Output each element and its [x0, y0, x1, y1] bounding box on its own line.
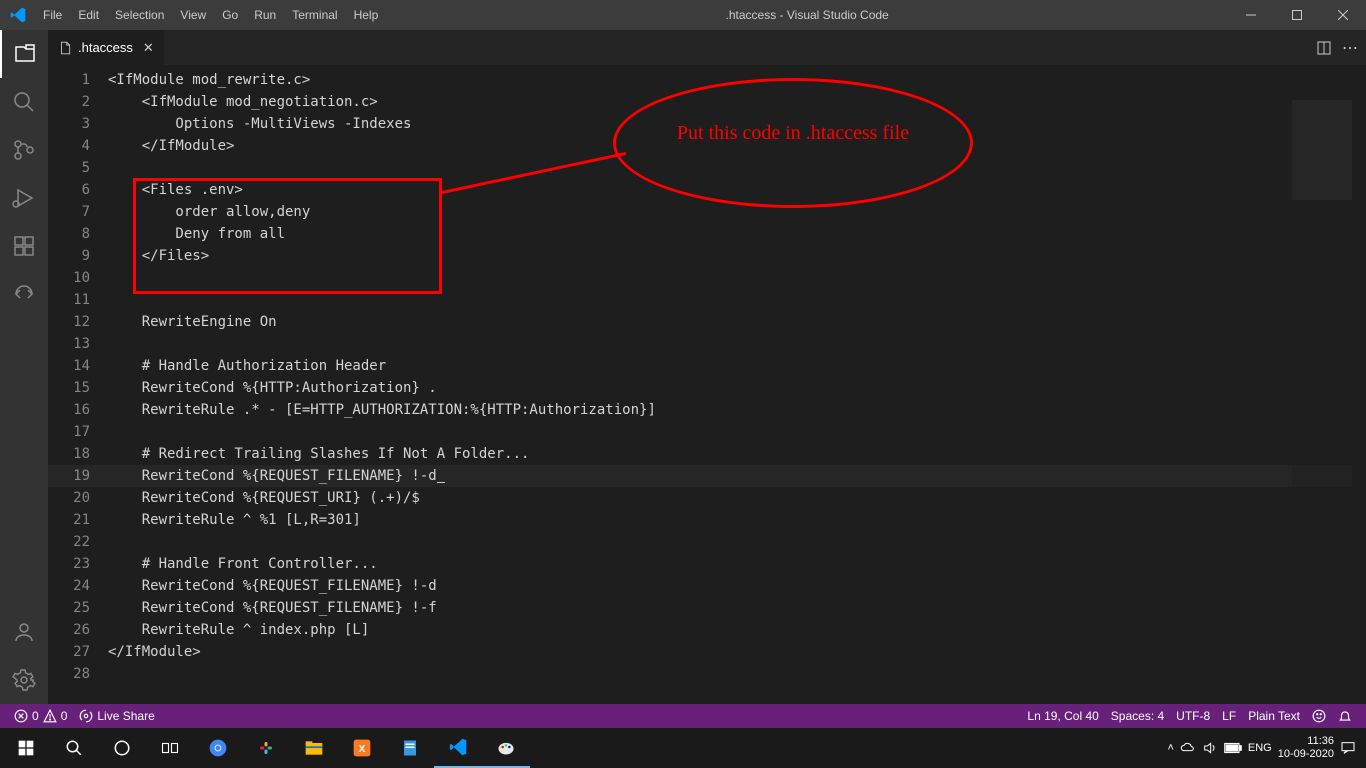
- slack-icon[interactable]: [242, 728, 290, 768]
- task-view-icon[interactable]: [146, 728, 194, 768]
- source-control-icon[interactable]: [0, 126, 48, 174]
- search-icon[interactable]: [0, 78, 48, 126]
- windows-taskbar: X ˄ ENG 11:36 10-09-2020: [0, 728, 1366, 768]
- explorer-icon[interactable]: [0, 30, 48, 78]
- svg-text:X: X: [359, 744, 366, 755]
- action-center-icon[interactable]: [1340, 740, 1356, 756]
- more-actions-icon[interactable]: ⋯: [1342, 38, 1358, 58]
- debug-icon[interactable]: [0, 174, 48, 222]
- editor-tabs: .htaccess ✕ ⋯: [48, 30, 1366, 65]
- xampp-icon[interactable]: X: [338, 728, 386, 768]
- code-content[interactable]: <IfModule mod_rewrite.c> <IfModule mod_n…: [108, 65, 1366, 704]
- status-problems[interactable]: 0 0: [8, 704, 73, 728]
- vscode-taskbar-icon[interactable]: [434, 728, 482, 768]
- taskbar-search-icon[interactable]: [50, 728, 98, 768]
- system-tray: ˄ ENG 11:36 10-09-2020: [1167, 735, 1364, 761]
- start-button[interactable]: [2, 728, 50, 768]
- cortana-icon[interactable]: [98, 728, 146, 768]
- status-encoding[interactable]: UTF-8: [1170, 709, 1216, 723]
- menu-run[interactable]: Run: [246, 0, 284, 30]
- tab-close-icon[interactable]: ✕: [143, 40, 154, 56]
- menu-help[interactable]: Help: [346, 0, 387, 30]
- remote-icon[interactable]: [0, 270, 48, 318]
- file-explorer-icon[interactable]: [290, 728, 338, 768]
- code-editor[interactable]: 1234567891011121314151617181920212223242…: [48, 65, 1366, 704]
- language-indicator[interactable]: ENG: [1248, 742, 1272, 754]
- chrome-icon[interactable]: [194, 728, 242, 768]
- window-title: .htaccess - Visual Studio Code: [386, 8, 1228, 22]
- status-notifications-icon[interactable]: [1332, 709, 1358, 723]
- vscode-logo-icon: [0, 7, 35, 23]
- extensions-icon[interactable]: [0, 222, 48, 270]
- volume-icon[interactable]: [1202, 740, 1218, 756]
- menu-file[interactable]: File: [35, 0, 70, 30]
- taskbar-clock[interactable]: 11:36 10-09-2020: [1278, 735, 1334, 761]
- status-live-share[interactable]: Live Share: [73, 704, 160, 728]
- tab-label: .htaccess: [78, 40, 133, 55]
- status-bar: 0 0 Live Share Ln 19, Col 40 Spaces: 4 U…: [0, 704, 1366, 728]
- battery-icon[interactable]: [1224, 742, 1242, 754]
- menu-terminal[interactable]: Terminal: [284, 0, 345, 30]
- split-editor-icon[interactable]: [1316, 40, 1332, 56]
- status-position[interactable]: Ln 19, Col 40: [1021, 709, 1104, 723]
- editor-area: .htaccess ✕ ⋯ 12345678910111213141516171…: [48, 30, 1366, 704]
- menu-selection[interactable]: Selection: [107, 0, 172, 30]
- maximize-button[interactable]: [1274, 0, 1320, 30]
- status-feedback-icon[interactable]: [1306, 709, 1332, 723]
- file-icon: [58, 41, 72, 55]
- paint-icon[interactable]: [482, 728, 530, 768]
- minimap[interactable]: [1292, 100, 1352, 704]
- minimap-slider[interactable]: [1292, 100, 1352, 200]
- status-indent[interactable]: Spaces: 4: [1105, 709, 1170, 723]
- tray-chevron-icon[interactable]: ˄: [1167, 742, 1173, 754]
- onedrive-icon[interactable]: [1180, 740, 1196, 756]
- activity-bar: [0, 30, 48, 704]
- tab-htaccess[interactable]: .htaccess ✕: [48, 30, 164, 65]
- status-eol[interactable]: LF: [1216, 709, 1242, 723]
- line-gutter: 1234567891011121314151617181920212223242…: [48, 65, 108, 704]
- titlebar: File Edit Selection View Go Run Terminal…: [0, 0, 1366, 30]
- settings-gear-icon[interactable]: [0, 656, 48, 704]
- status-language[interactable]: Plain Text: [1242, 709, 1306, 723]
- notepad-icon[interactable]: [386, 728, 434, 768]
- minimize-button[interactable]: [1228, 0, 1274, 30]
- menu-go[interactable]: Go: [214, 0, 246, 30]
- menu-view[interactable]: View: [172, 0, 214, 30]
- vertical-scrollbar[interactable]: [1352, 100, 1366, 704]
- account-icon[interactable]: [0, 608, 48, 656]
- menu-edit[interactable]: Edit: [70, 0, 107, 30]
- close-button[interactable]: [1320, 0, 1366, 30]
